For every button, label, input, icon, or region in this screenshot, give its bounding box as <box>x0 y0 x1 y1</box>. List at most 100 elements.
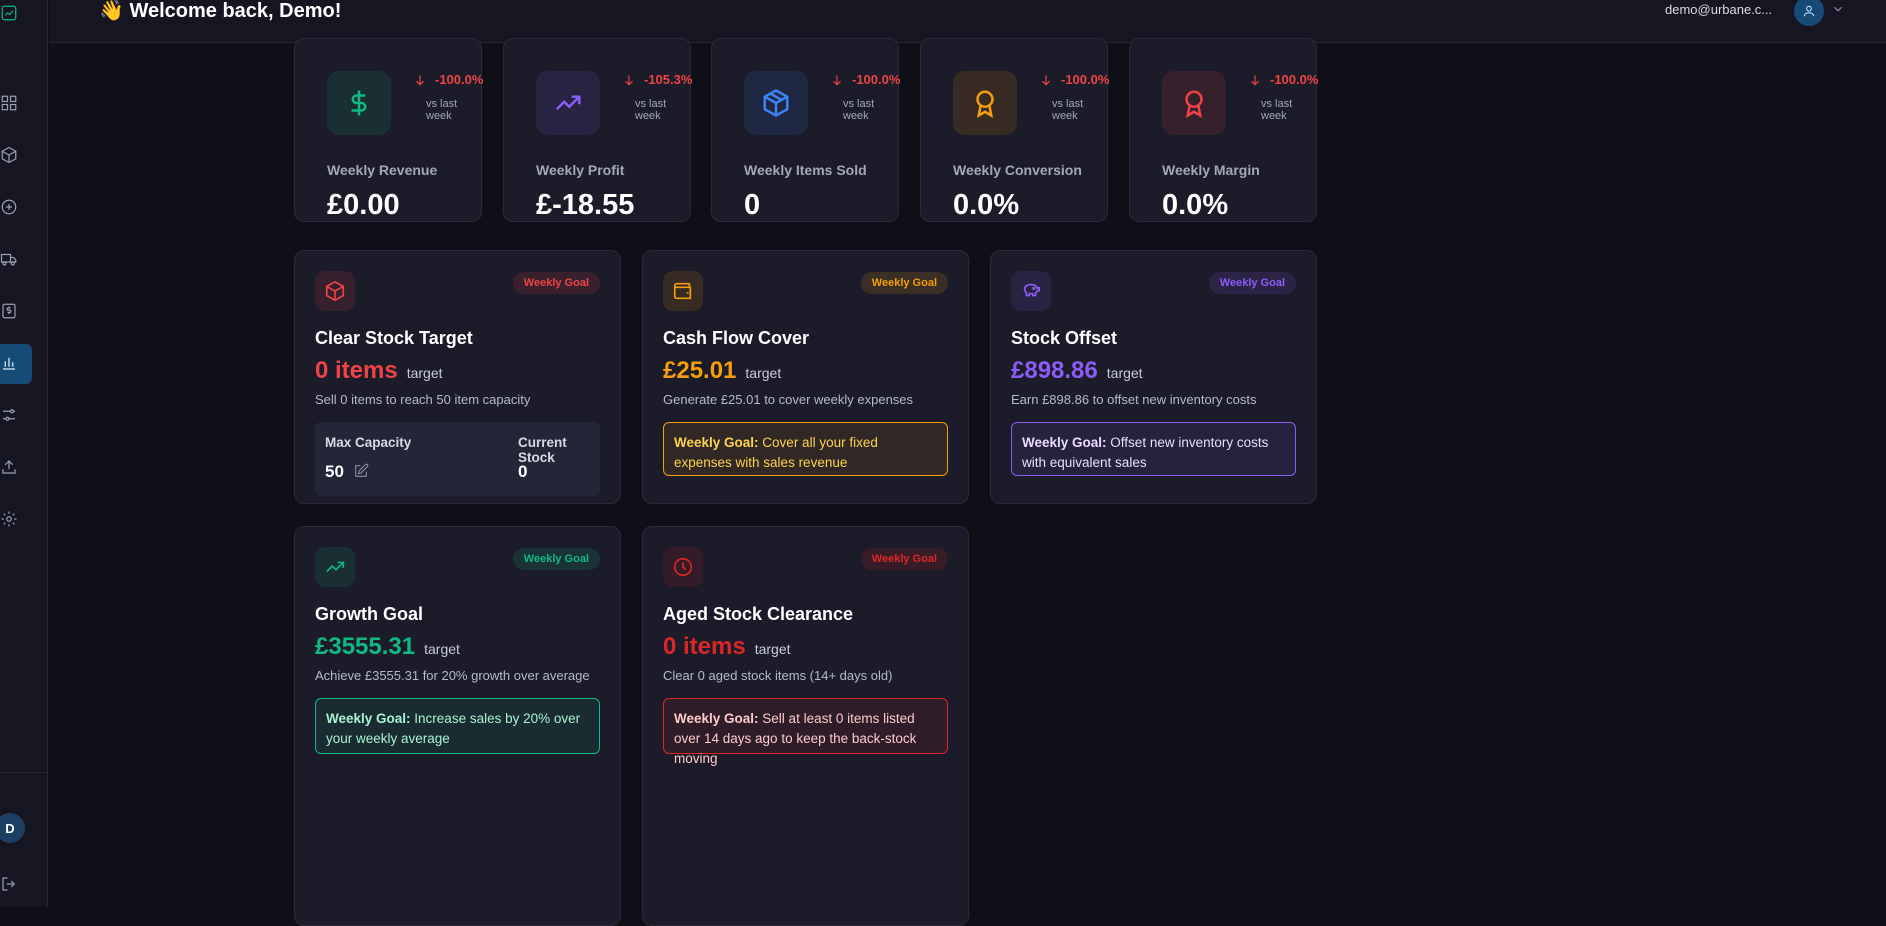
user-email[interactable]: demo@urbane.c... <box>1665 2 1772 17</box>
sidebar-item-add[interactable] <box>0 196 20 218</box>
upload-icon <box>2 460 16 474</box>
stat-value: £0.00 <box>327 189 400 221</box>
piggy-bank-icon <box>1023 283 1041 297</box>
goal-icon-wrap <box>315 547 355 587</box>
stat-card: -105.3% vs last week Weekly Profit £-18.… <box>503 38 692 222</box>
goal-description: Generate £25.01 to cover weekly expenses <box>663 392 914 407</box>
stat-value: £-18.55 <box>536 189 635 221</box>
capacity-panel: Max Capacity 50 Current Stock 0 <box>315 422 600 496</box>
sidebar-divider <box>0 772 48 773</box>
goal-icon-wrap <box>1011 271 1051 311</box>
goal-target: 0 items target <box>315 357 443 384</box>
stat-value: 0.0% <box>953 189 1020 221</box>
sidebar-item-analytics[interactable] <box>0 352 20 374</box>
page-title: 👋 Welcome back, Demo! <box>99 0 342 22</box>
stat-comparison: vs last week <box>635 98 667 122</box>
goal-target: £25.01 target <box>663 357 782 384</box>
stat-label: Weekly Profit <box>536 162 625 178</box>
goal-badge: Weekly Goal <box>860 548 948 570</box>
goal-title: Stock Offset <box>1011 328 1118 348</box>
goal-icon-wrap <box>315 271 355 311</box>
sidebar-item-upload[interactable] <box>0 456 20 478</box>
goal-icon-wrap <box>663 271 703 311</box>
sidebar-item-settings[interactable] <box>0 508 20 530</box>
goal-title: Aged Stock Clearance <box>663 604 854 624</box>
goal-badge: Weekly Goal <box>1208 272 1296 294</box>
chevron-down-icon <box>1834 6 1842 12</box>
arrow-down-icon <box>1042 74 1050 85</box>
goal-title: Growth Goal <box>315 604 423 624</box>
stat-card: -100.0% vs last week Weekly Margin 0.0% <box>1129 38 1318 222</box>
stat-change: -100.0% <box>413 72 483 87</box>
goal-description: Sell 0 items to reach 50 item capacity <box>315 392 531 407</box>
user-menu-chevron[interactable] <box>1831 2 1845 16</box>
stat-change: -100.0% <box>1248 72 1318 87</box>
edit-capacity-button[interactable] <box>353 463 369 479</box>
stat-icon-wrap <box>953 71 1017 135</box>
arrow-down-icon <box>625 74 633 85</box>
sidebar-item-shipping[interactable] <box>0 248 20 270</box>
max-capacity-value: 50 <box>325 462 344 481</box>
stat-card: -100.0% vs last week Weekly Conversion 0… <box>920 38 1109 222</box>
stat-change: -100.0% <box>830 72 900 87</box>
truck-icon <box>0 253 17 266</box>
logout-icon <box>2 877 16 891</box>
stat-icon-wrap <box>536 71 600 135</box>
stat-change: -100.0% <box>1039 72 1109 87</box>
stat-label: Weekly Margin <box>1162 162 1260 178</box>
goal-card: Weekly Goal Growth Goal £3555.31 target … <box>294 526 621 926</box>
goal-icon-wrap <box>663 547 703 587</box>
arrow-down-icon <box>416 74 424 85</box>
max-capacity-label: Max Capacity <box>325 435 412 450</box>
goal-description: Clear 0 aged stock items (14+ days old) <box>663 668 893 683</box>
goal-badge: Weekly Goal <box>512 548 600 570</box>
goal-target: £3555.31 target <box>315 633 460 660</box>
dollar-icon <box>351 90 367 116</box>
sidebar: D <box>0 0 48 907</box>
arrow-down-icon <box>833 74 841 85</box>
stat-change: -105.3% <box>622 72 692 87</box>
goal-card: Weekly Goal Stock Offset £898.86 target … <box>990 250 1317 504</box>
dollar-receipt-icon <box>2 303 16 319</box>
edit-icon <box>355 463 369 477</box>
sidebar-item-inventory[interactable] <box>0 144 20 166</box>
sidebar-item-dashboard[interactable] <box>0 92 20 114</box>
goal-badge: Weekly Goal <box>860 272 948 294</box>
stat-value: 0 <box>744 189 761 221</box>
clock-icon <box>673 557 693 577</box>
goal-badge: Weekly Goal <box>512 272 600 294</box>
sliders-icon <box>3 409 15 421</box>
stat-label: Weekly Conversion <box>953 162 1082 178</box>
stat-card: -100.0% vs last week Weekly Items Sold 0 <box>711 38 900 222</box>
sidebar-item-finance[interactable] <box>0 300 20 322</box>
goal-note: Weekly Goal: Cover all your fixed expens… <box>663 422 948 476</box>
goal-title: Clear Stock Target <box>315 328 473 348</box>
bar-chart-icon <box>3 357 15 370</box>
stat-icon-wrap <box>327 71 391 135</box>
stat-label: Weekly Items Sold <box>744 162 867 178</box>
box-icon <box>1 146 17 164</box>
current-stock-label: Current Stock <box>518 435 567 465</box>
goal-title: Cash Flow Cover <box>663 328 810 348</box>
stat-label: Weekly Revenue <box>327 162 438 178</box>
trending-up-icon <box>555 95 581 111</box>
avatar[interactable]: D <box>0 813 25 843</box>
user-icon <box>1803 5 1815 17</box>
app-logo-icon[interactable] <box>0 2 20 24</box>
trending-up-icon <box>326 561 345 573</box>
goal-target: 0 items target <box>663 633 791 660</box>
current-stock-value: 0 <box>518 462 528 481</box>
arrow-down-icon <box>1251 74 1259 85</box>
sidebar-item-settings-sliders[interactable] <box>0 404 20 426</box>
box-icon <box>325 280 345 302</box>
goal-card: Weekly Goal Clear Stock Target 0 items t… <box>294 250 621 504</box>
goal-card: Weekly Goal Aged Stock Clearance 0 items… <box>642 526 969 926</box>
stat-comparison: vs last week <box>1052 98 1084 122</box>
award-icon <box>976 90 994 118</box>
stat-comparison: vs last week <box>843 98 875 122</box>
sidebar-logout[interactable] <box>0 873 20 895</box>
user-avatar[interactable] <box>1794 0 1824 26</box>
goal-description: Earn £898.86 to offset new inventory cos… <box>1011 392 1257 407</box>
stat-value: 0.0% <box>1162 189 1229 221</box>
goal-description: Achieve £3555.31 for 20% growth over ave… <box>315 668 590 683</box>
